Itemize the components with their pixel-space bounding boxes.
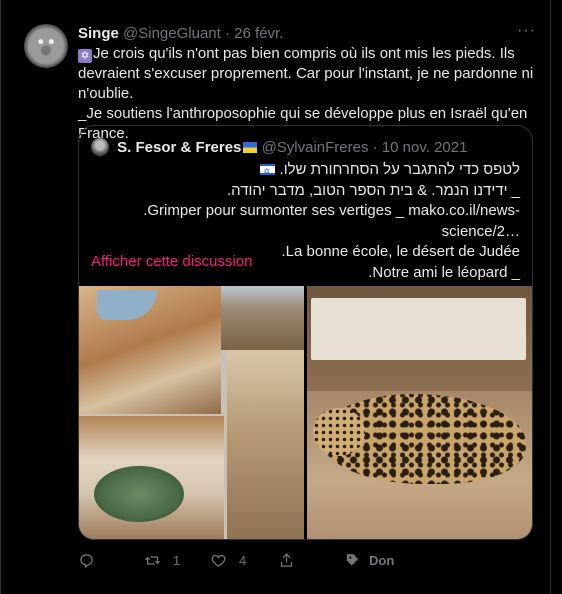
show-thread-link[interactable]: Afficher cette discussion [91, 253, 252, 270]
photo-desert-valley [227, 350, 304, 539]
tweet-line: Je crois qu'ils n'ont pas bien compris o… [78, 45, 534, 102]
quoted-author-name: S. Fesor & Freres [117, 139, 242, 156]
photo-mountains [221, 286, 304, 350]
quoted-tweet[interactable]: S. Fesor & Freres @SylvainFreres · 10 no… [78, 125, 533, 540]
quoted-tweet-date: 10 nov. 2021 [381, 139, 468, 156]
like-count: 4 [239, 553, 247, 568]
pool [94, 466, 184, 522]
like-button[interactable]: 4 [210, 552, 246, 569]
avatar[interactable] [24, 24, 68, 68]
author-handle[interactable]: @SingeGluant [123, 25, 221, 42]
quote-line: _ ידידנו הנמר. & בית הספר הטוב, מדבר יהו… [227, 181, 520, 199]
media-image-leopard[interactable] [307, 286, 532, 539]
reply-button[interactable] [78, 552, 95, 569]
media-image-desert-collage[interactable] [79, 286, 304, 539]
ukraine-flag-icon [243, 142, 258, 153]
more-options-icon[interactable]: ··· [517, 22, 536, 40]
tip-jar-icon [346, 554, 359, 566]
donate-button[interactable]: Don [344, 552, 394, 569]
tweet-actions: 1 4 Don [78, 552, 538, 572]
reply-icon [80, 554, 93, 569]
quoted-avatar [91, 138, 109, 156]
leopard-head [313, 408, 365, 456]
retweet-count: 1 [173, 553, 181, 568]
heart-icon [211, 554, 226, 567]
museum-wall [307, 286, 532, 391]
quoted-author-handle: @SylvainFreres [261, 139, 369, 156]
israel-flag-icon [260, 162, 276, 183]
photo-sky [97, 290, 157, 320]
star-of-david-icon: ✡ [78, 49, 92, 63]
separator-dot: · [224, 25, 230, 42]
info-board [311, 298, 526, 360]
author-name[interactable]: Singe [78, 25, 119, 42]
share-icon [280, 553, 293, 567]
retweet-button[interactable]: 1 [144, 552, 180, 569]
media-grid [79, 286, 532, 539]
separator-dot: · [372, 139, 378, 156]
quoted-tweet-header: S. Fesor & Freres @SylvainFreres · 10 no… [91, 138, 467, 158]
photo-desert-pool [79, 416, 224, 539]
quote-line: .Grimper pour surmonter ses vertiges _ m… [143, 202, 520, 240]
tweet[interactable]: Singe @SingeGluant · 26 févr. ··· ✡ Je cr… [0, 0, 551, 594]
tweet-date[interactable]: 26 févr. [234, 25, 283, 42]
retweet-icon [144, 556, 161, 565]
quote-line: לטפס כדי להתגבר על הסחרחורת שלו. [279, 161, 520, 178]
photo-cliff-climber [79, 286, 221, 414]
tweet-header: Singe @SingeGluant · 26 févr. [78, 24, 283, 44]
donate-label: Don [369, 553, 395, 568]
share-button[interactable] [278, 552, 295, 569]
